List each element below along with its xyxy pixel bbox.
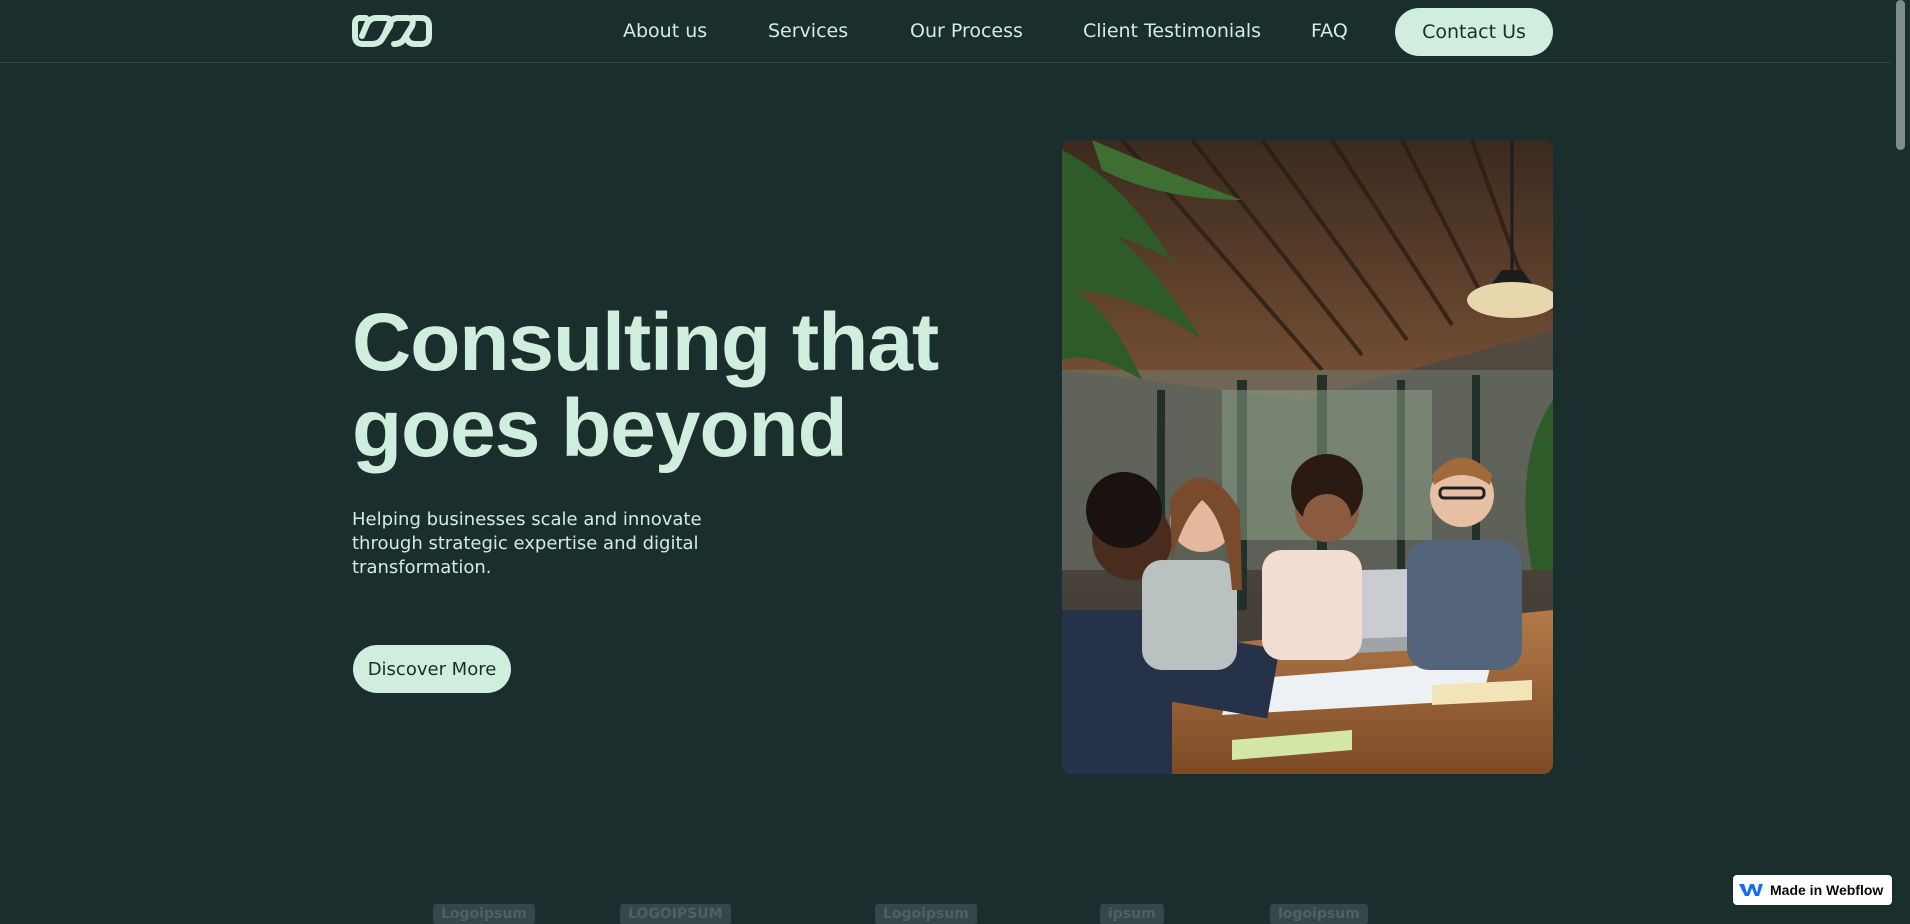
nav-links: About us Services Our Process Client Tes… [0, 0, 1891, 63]
partner-logo: ipsum [1100, 904, 1164, 924]
scrollbar-thumb[interactable] [1896, 0, 1905, 150]
partner-logo: Logoipsum [875, 904, 977, 924]
hero-subtitle: Helping businesses scale and innovate th… [352, 509, 702, 578]
partner-logo: LOGOIPSUM [620, 904, 731, 924]
nav-link-client-testimonials[interactable]: Client Testimonials [1083, 20, 1261, 42]
partner-logo: Logoipsum [433, 904, 535, 924]
nav-link-about-us[interactable]: About us [623, 20, 707, 42]
partner-logos-strip: Logoipsum LOGOIPSUM Logoipsum ipsum logo… [420, 898, 1420, 924]
hero-team-photo [1062, 140, 1553, 774]
page: About us Services Our Process Client Tes… [0, 0, 1891, 924]
top-navigation: About us Services Our Process Client Tes… [0, 0, 1891, 63]
team-meeting-illustration [1062, 140, 1553, 774]
contact-us-button[interactable]: Contact Us [1395, 8, 1553, 56]
nav-link-our-process[interactable]: Our Process [910, 20, 1023, 42]
nav-link-faq[interactable]: FAQ [1311, 20, 1348, 42]
nav-link-services[interactable]: Services [768, 20, 848, 42]
made-in-webflow-badge[interactable]: Made in Webflow [1733, 875, 1892, 905]
webflow-icon [1739, 884, 1763, 896]
page-scrollbar[interactable] [1891, 0, 1910, 917]
made-in-webflow-label: Made in Webflow [1770, 882, 1884, 898]
hero-title: Consulting that goes beyond [352, 297, 939, 474]
discover-more-button[interactable]: Discover More [353, 645, 511, 693]
partner-logo: logoipsum [1270, 904, 1368, 924]
